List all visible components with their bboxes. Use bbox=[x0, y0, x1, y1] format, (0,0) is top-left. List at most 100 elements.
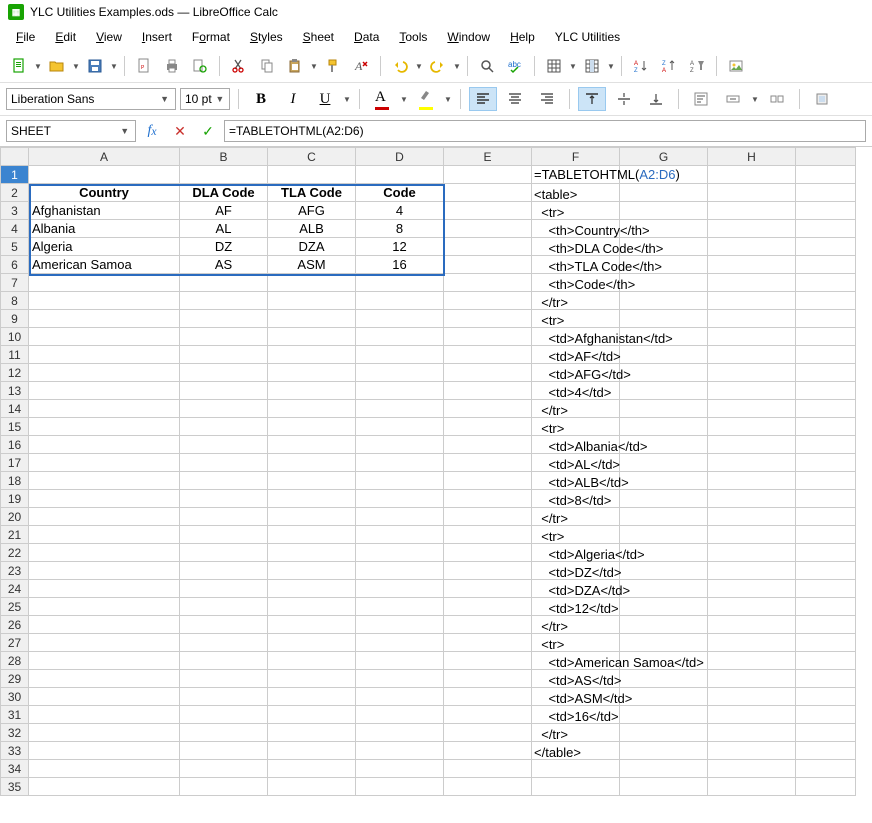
cell-H16[interactable] bbox=[708, 436, 796, 454]
cell-D2[interactable]: Code bbox=[356, 184, 444, 202]
cell-C30[interactable] bbox=[268, 688, 356, 706]
row-header-17[interactable]: 17 bbox=[1, 454, 29, 472]
cell-C2[interactable]: TLA Code bbox=[268, 184, 356, 202]
cell-B33[interactable] bbox=[180, 742, 268, 760]
bold-button[interactable]: B bbox=[247, 87, 275, 111]
cell-A24[interactable] bbox=[29, 580, 180, 598]
cell-A11[interactable] bbox=[29, 346, 180, 364]
cell-D15[interactable] bbox=[356, 418, 444, 436]
cell-E12[interactable] bbox=[444, 364, 532, 382]
cell-A3[interactable]: Afghanistan bbox=[29, 202, 180, 220]
row-header-24[interactable]: 24 bbox=[1, 580, 29, 598]
cell-D12[interactable] bbox=[356, 364, 444, 382]
cell-B11[interactable] bbox=[180, 346, 268, 364]
cell-B3[interactable]: AF bbox=[180, 202, 268, 220]
open-button[interactable] bbox=[44, 54, 70, 78]
cell-E4[interactable] bbox=[444, 220, 532, 238]
cell-H26[interactable] bbox=[708, 616, 796, 634]
cell-C26[interactable] bbox=[268, 616, 356, 634]
dropdown-icon[interactable]: ▼ bbox=[118, 126, 131, 136]
cell-H17[interactable] bbox=[708, 454, 796, 472]
cell-H35[interactable] bbox=[708, 778, 796, 796]
cell-B8[interactable] bbox=[180, 292, 268, 310]
cell-B18[interactable] bbox=[180, 472, 268, 490]
row-header-25[interactable]: 25 bbox=[1, 598, 29, 616]
cell-E20[interactable] bbox=[444, 508, 532, 526]
open-dropdown[interactable]: ▼ bbox=[72, 62, 80, 71]
cell-C33[interactable] bbox=[268, 742, 356, 760]
row-header-28[interactable]: 28 bbox=[1, 652, 29, 670]
cell-G35[interactable] bbox=[620, 778, 708, 796]
row-header-29[interactable]: 29 bbox=[1, 670, 29, 688]
cell-C1[interactable] bbox=[268, 166, 356, 184]
cell-H20[interactable] bbox=[708, 508, 796, 526]
row-header-11[interactable]: 11 bbox=[1, 346, 29, 364]
col-header-A[interactable]: A bbox=[29, 148, 180, 166]
row-header-6[interactable]: 6 bbox=[1, 256, 29, 274]
cell-B9[interactable] bbox=[180, 310, 268, 328]
cell-H23[interactable] bbox=[708, 562, 796, 580]
cell-A6[interactable]: American Samoa bbox=[29, 256, 180, 274]
highlight-dropdown[interactable]: ▼ bbox=[444, 95, 452, 104]
cell-E7[interactable] bbox=[444, 274, 532, 292]
cell-C20[interactable] bbox=[268, 508, 356, 526]
cell-E14[interactable] bbox=[444, 400, 532, 418]
cell-D24[interactable] bbox=[356, 580, 444, 598]
cell-E23[interactable] bbox=[444, 562, 532, 580]
cell-C19[interactable] bbox=[268, 490, 356, 508]
menu-styles[interactable]: Styles bbox=[242, 27, 291, 47]
cell-A2[interactable]: Country bbox=[29, 184, 180, 202]
cell-A17[interactable] bbox=[29, 454, 180, 472]
cell-A19[interactable] bbox=[29, 490, 180, 508]
cell-A34[interactable] bbox=[29, 760, 180, 778]
cell-B20[interactable] bbox=[180, 508, 268, 526]
cell-E11[interactable] bbox=[444, 346, 532, 364]
cell-A12[interactable] bbox=[29, 364, 180, 382]
font-name-select[interactable]: ▼ bbox=[6, 88, 176, 110]
align-center-button[interactable] bbox=[501, 87, 529, 111]
row-header-7[interactable]: 7 bbox=[1, 274, 29, 292]
cell-D10[interactable] bbox=[356, 328, 444, 346]
row-header-1[interactable]: 1 bbox=[1, 166, 29, 184]
cell-A22[interactable] bbox=[29, 544, 180, 562]
italic-button[interactable]: I bbox=[279, 87, 307, 111]
cell-H3[interactable] bbox=[708, 202, 796, 220]
new-dropdown[interactable]: ▼ bbox=[34, 62, 42, 71]
cell-E25[interactable] bbox=[444, 598, 532, 616]
dropdown-icon[interactable]: ▼ bbox=[215, 94, 225, 104]
cell-D26[interactable] bbox=[356, 616, 444, 634]
cell-E29[interactable] bbox=[444, 670, 532, 688]
cell-A26[interactable] bbox=[29, 616, 180, 634]
cell-A32[interactable] bbox=[29, 724, 180, 742]
cell-C28[interactable] bbox=[268, 652, 356, 670]
col-header-G[interactable]: G bbox=[620, 148, 708, 166]
menu-file[interactable]: File bbox=[8, 27, 43, 47]
font-color-dropdown[interactable]: ▼ bbox=[400, 95, 408, 104]
cell-B25[interactable] bbox=[180, 598, 268, 616]
paste-dropdown[interactable]: ▼ bbox=[310, 62, 318, 71]
cell-D34[interactable] bbox=[356, 760, 444, 778]
cell-H12[interactable] bbox=[708, 364, 796, 382]
cell-A1[interactable] bbox=[29, 166, 180, 184]
cell-B28[interactable] bbox=[180, 652, 268, 670]
font-color-button[interactable]: A bbox=[368, 87, 396, 111]
cell-E34[interactable] bbox=[444, 760, 532, 778]
cell-D18[interactable] bbox=[356, 472, 444, 490]
cell-D23[interactable] bbox=[356, 562, 444, 580]
cell-C5[interactable]: DZA bbox=[268, 238, 356, 256]
find-button[interactable] bbox=[474, 54, 500, 78]
cell-C35[interactable] bbox=[268, 778, 356, 796]
cell-E33[interactable] bbox=[444, 742, 532, 760]
cell-C13[interactable] bbox=[268, 382, 356, 400]
cell-D9[interactable] bbox=[356, 310, 444, 328]
spellcheck-button[interactable]: abc bbox=[502, 54, 528, 78]
row-header-4[interactable]: 4 bbox=[1, 220, 29, 238]
row-header-32[interactable]: 32 bbox=[1, 724, 29, 742]
copy-button[interactable] bbox=[254, 54, 280, 78]
cell-H32[interactable] bbox=[708, 724, 796, 742]
cell-C22[interactable] bbox=[268, 544, 356, 562]
cell-H22[interactable] bbox=[708, 544, 796, 562]
cell-A16[interactable] bbox=[29, 436, 180, 454]
menu-window[interactable]: Window bbox=[439, 27, 498, 47]
cell-A27[interactable] bbox=[29, 634, 180, 652]
